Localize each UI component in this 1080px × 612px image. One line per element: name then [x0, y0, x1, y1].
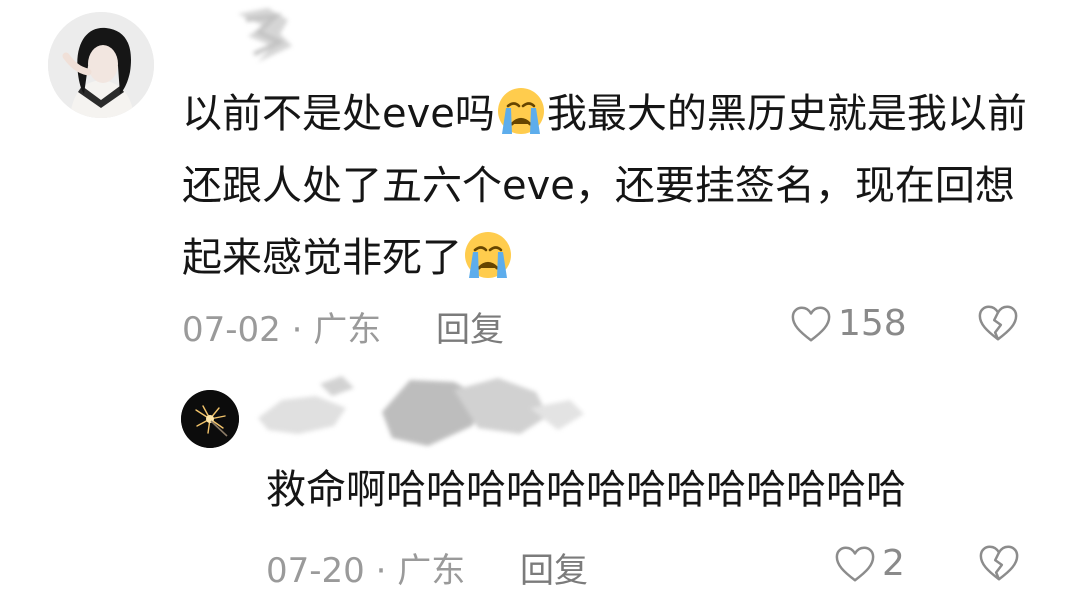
heart-outline-icon — [834, 544, 876, 584]
reply-meta: 07-20 · 广东 — [266, 543, 465, 592]
reply-reply-button[interactable]: 回复 — [520, 543, 588, 592]
reply-like-button[interactable]: 2 — [834, 543, 905, 584]
username-blurred[interactable] — [228, 6, 298, 68]
broken-heart-icon[interactable] — [977, 303, 1019, 343]
meta-separator: · — [291, 310, 303, 350]
reply-avatar[interactable] — [181, 390, 239, 448]
loudly-crying-face-emoji — [463, 230, 513, 280]
comment-meta: 07-02 · 广东 — [182, 302, 381, 351]
reply-text: 救命啊哈哈哈哈哈哈哈哈哈哈哈哈哈 — [266, 467, 906, 513]
reply-username-blurred[interactable] — [258, 372, 588, 458]
comment-text: 以前不是处eve吗 我最大的黑历史就是我以前还跟人处了五六个eve，还要挂签名，现… — [182, 78, 1042, 294]
reply-button[interactable]: 回复 — [436, 302, 504, 351]
user-avatar[interactable] — [48, 12, 154, 118]
like-count: 158 — [838, 303, 907, 344]
user-avatar-photo — [48, 12, 154, 118]
reply-location: 广东 — [397, 551, 466, 591]
comment-text-part1: 以前不是处eve吗 — [182, 91, 495, 137]
sparkler-avatar — [181, 390, 239, 448]
heart-outline-icon — [790, 304, 832, 344]
meta-separator: · — [375, 551, 387, 591]
like-button[interactable]: 158 — [790, 303, 907, 344]
comment-location: 广东 — [313, 310, 382, 350]
loudly-crying-face-emoji — [496, 86, 546, 136]
comment-date: 07-02 — [182, 310, 281, 350]
reply-date: 07-20 — [266, 551, 365, 591]
reply-like-count: 2 — [882, 543, 905, 584]
broken-heart-icon[interactable] — [978, 543, 1020, 583]
